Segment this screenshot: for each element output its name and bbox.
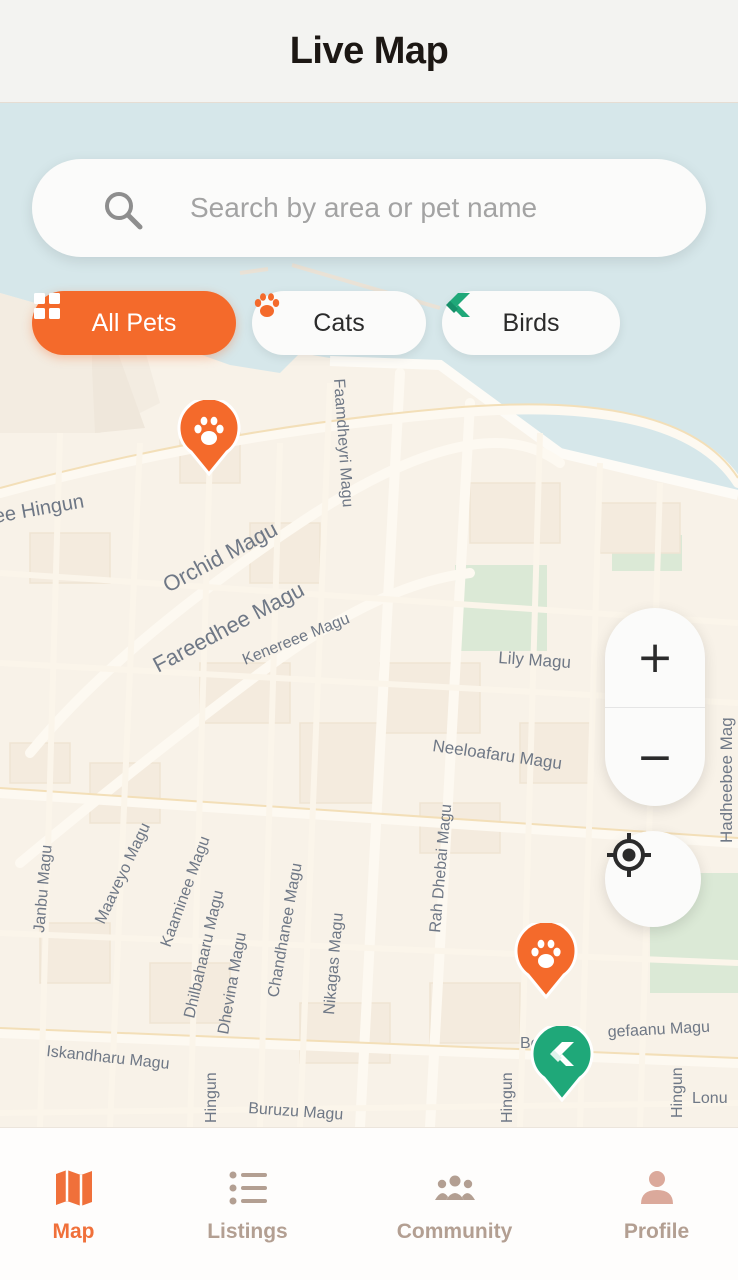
filter-chip-all-pets[interactable]: All Pets: [32, 291, 236, 355]
filter-chip-birds[interactable]: Birds: [442, 291, 620, 355]
nav-item-listings[interactable]: Listings: [174, 1128, 321, 1280]
street-label: gefaanu Magu: [607, 1019, 710, 1041]
nav-label: Community: [396, 1220, 513, 1243]
street-label: Hingun: [203, 1072, 220, 1123]
pet-marker-cat[interactable]: [514, 923, 578, 999]
zoom-controls: + −: [605, 608, 705, 806]
street-label: ee Hingun: [0, 490, 86, 528]
zoom-out-button[interactable]: −: [605, 707, 705, 806]
nav-label: Map: [52, 1220, 95, 1243]
community-icon: [434, 1175, 475, 1200]
street-label: Lily Magu: [498, 648, 572, 672]
paw-icon: [254, 293, 280, 317]
search-input[interactable]: [190, 183, 670, 233]
map-view[interactable]: ee Hingun Orchid Magu Fareedhee Magu Ken…: [0, 103, 738, 1127]
nav-label: Profile: [623, 1220, 690, 1243]
page-title: Live Map: [289, 29, 449, 72]
street-label: Hingun: [499, 1072, 516, 1123]
bird-icon: [446, 293, 470, 317]
pet-marker-bird[interactable]: [530, 1026, 594, 1102]
locate-me-button[interactable]: [605, 831, 701, 927]
chip-label: Cats: [313, 308, 365, 337]
zoom-in-button[interactable]: +: [605, 608, 705, 707]
pet-marker-cat[interactable]: [177, 400, 241, 476]
street-label: Iskandharu Magu: [46, 1043, 171, 1073]
city-blocks: [9, 432, 681, 1064]
street-label: Chandhanee Magu: [265, 862, 305, 999]
nav-item-profile[interactable]: Profile: [583, 1128, 730, 1280]
map-icon: [55, 1170, 92, 1206]
nav-item-map[interactable]: Map: [0, 1128, 147, 1280]
search-icon: [105, 192, 143, 230]
list-icon: [229, 1171, 267, 1205]
bottom-nav: Map Listings Community Profile: [0, 1127, 738, 1280]
street-label: Faamdheyri Magu: [330, 378, 356, 508]
chip-label: All Pets: [91, 308, 177, 337]
street-label: Hingun: [669, 1067, 686, 1118]
nav-item-community[interactable]: Community: [381, 1128, 528, 1280]
profile-icon: [640, 1171, 673, 1204]
filter-chip-cats[interactable]: Cats: [252, 291, 426, 355]
search-bar[interactable]: [32, 159, 706, 257]
street-label: Hadheebee Mag: [717, 717, 736, 843]
nav-label: Listings: [207, 1220, 288, 1243]
crosshair-icon: [607, 833, 651, 877]
street-label: Nikagas Magu: [321, 912, 347, 1015]
app-header: Live Map: [0, 0, 738, 103]
grid-icon: [34, 293, 60, 319]
street-label: Janbu Magu: [31, 844, 56, 933]
chip-label: Birds: [502, 308, 560, 337]
street-label: Lonu: [692, 1090, 728, 1107]
